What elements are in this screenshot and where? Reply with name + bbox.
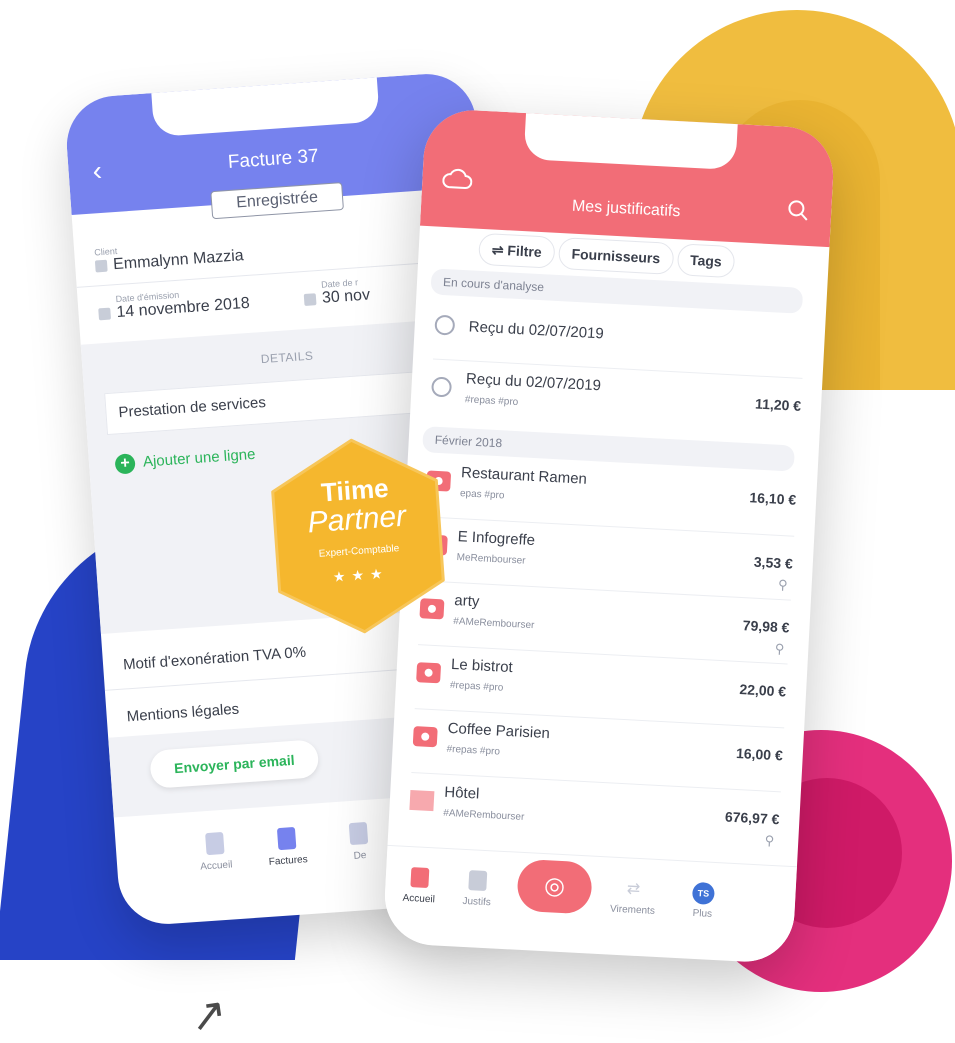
tab-label: Plus — [692, 907, 713, 920]
camera-button[interactable]: ◎ — [516, 858, 593, 915]
sliders-icon: ⇌ — [491, 241, 508, 259]
item-name: Coffee Parisien — [447, 719, 551, 743]
tab-virements[interactable]: ⇄ Virements — [602, 877, 664, 917]
tab-accueil[interactable]: Accueil — [388, 866, 450, 906]
item-name: Hôtel — [443, 783, 480, 803]
vat-exemption-row[interactable]: Motif d'exonération TVA 0% — [123, 644, 307, 674]
item-name: arty — [453, 592, 480, 611]
item-tags: epas #pro — [459, 488, 505, 502]
send-email-button[interactable]: Envoyer par email — [149, 739, 320, 789]
line-item-label: Prestation de services — [117, 393, 267, 422]
tab-justifs[interactable]: Justifs — [446, 869, 508, 909]
tab-label: Accueil — [402, 892, 436, 906]
item-amount: 11,20 € — [754, 395, 802, 414]
camera-icon: ◎ — [543, 872, 566, 901]
camera-icon — [412, 726, 438, 748]
item-name: E Infogreffe — [457, 528, 536, 550]
clock-icon — [434, 314, 456, 336]
item-tags: #AMeRembourser — [453, 615, 535, 632]
tab-label: Virements — [609, 903, 656, 917]
camera-icon — [416, 662, 442, 684]
partner-badge: Tiime Partner Expert-Comptable ★★★ — [265, 430, 451, 642]
document-icon — [276, 826, 297, 851]
tags-button[interactable]: Tags — [676, 243, 736, 279]
home-icon — [410, 867, 430, 889]
plus-icon: + — [114, 453, 136, 475]
tab-factures[interactable]: Factures — [251, 825, 324, 869]
receipts-phone: Mes justificatifs ⇌ Filtre Fournisseurs Ta… — [382, 107, 836, 965]
tab-label: Accueil — [199, 859, 233, 873]
document-icon — [468, 870, 488, 892]
item-tags: #repas #pro — [446, 743, 501, 758]
paperclip-icon: ⚲ — [774, 640, 785, 657]
item-amount: 79,98 € — [742, 617, 790, 636]
document-icon — [348, 821, 369, 846]
tab-label: Factures — [268, 854, 309, 868]
issue-date-field[interactable]: Date d'émission 14 novembre 2018 — [97, 285, 250, 323]
item-tags: #repas #pro — [449, 679, 504, 694]
avatar: TS — [691, 881, 715, 905]
person-icon — [94, 259, 108, 273]
tab-label: Justifs — [462, 895, 492, 909]
item-amount: 16,00 € — [735, 744, 784, 764]
due-date-field[interactable]: Date de r 30 nov — [303, 276, 371, 309]
item-amount: 676,97 € — [724, 808, 780, 828]
item-tags: #repas #pro — [464, 394, 519, 409]
client-field[interactable]: Client Emmalynn Mazzia — [94, 237, 244, 275]
due-date-value: 30 nov — [321, 286, 371, 307]
legal-mentions-row[interactable]: Mentions légales — [126, 701, 239, 726]
paperclip-icon: ⚲ — [764, 832, 775, 849]
item-amount: 22,00 € — [739, 681, 787, 700]
paperclip-icon: ⚲ — [777, 576, 789, 593]
receipts-tabbar: Accueil Justifs ◎ ⇄ Virements TS Plus — [382, 844, 797, 964]
filter-button[interactable]: ⇌ Filtre — [478, 232, 556, 269]
item-name: Restaurant Ramen — [460, 464, 588, 488]
tab-label: De — [353, 850, 367, 862]
add-line-label: Ajouter une ligne — [142, 445, 256, 471]
badge-subtitle: Expert-Comptable — [318, 543, 400, 560]
item-amount: 16,10 € — [749, 489, 797, 508]
mail-icon — [409, 789, 435, 812]
item-amount: 3,53 € — [753, 553, 794, 572]
suppliers-button[interactable]: Fournisseurs — [557, 236, 674, 275]
tab-devis[interactable]: De — [323, 820, 396, 864]
search-icon[interactable] — [786, 199, 809, 227]
home-icon — [205, 831, 225, 856]
filter-label: Filtre — [507, 242, 543, 261]
item-tags: #AMeRembourser — [442, 807, 525, 823]
item-name: Reçu du 02/07/2019 — [465, 370, 602, 395]
calendar-icon — [303, 292, 317, 306]
item-tags: MeRembourser — [456, 552, 526, 567]
badge-text: Tiime Partner Expert-Comptable ★★★ — [268, 470, 447, 590]
calendar-icon — [98, 307, 112, 321]
transfer-icon: ⇄ — [626, 880, 641, 899]
add-line-button[interactable]: + Ajouter une ligne — [114, 445, 256, 475]
tab-accueil[interactable]: Accueil — [179, 830, 252, 874]
item-name: Le bistrot — [450, 655, 514, 677]
clock-icon — [431, 376, 453, 398]
arrow-icon: ↗ — [186, 987, 231, 1043]
item-name: Reçu du 02/07/2019 — [468, 318, 605, 343]
tab-plus[interactable]: TS Plus — [672, 881, 734, 921]
